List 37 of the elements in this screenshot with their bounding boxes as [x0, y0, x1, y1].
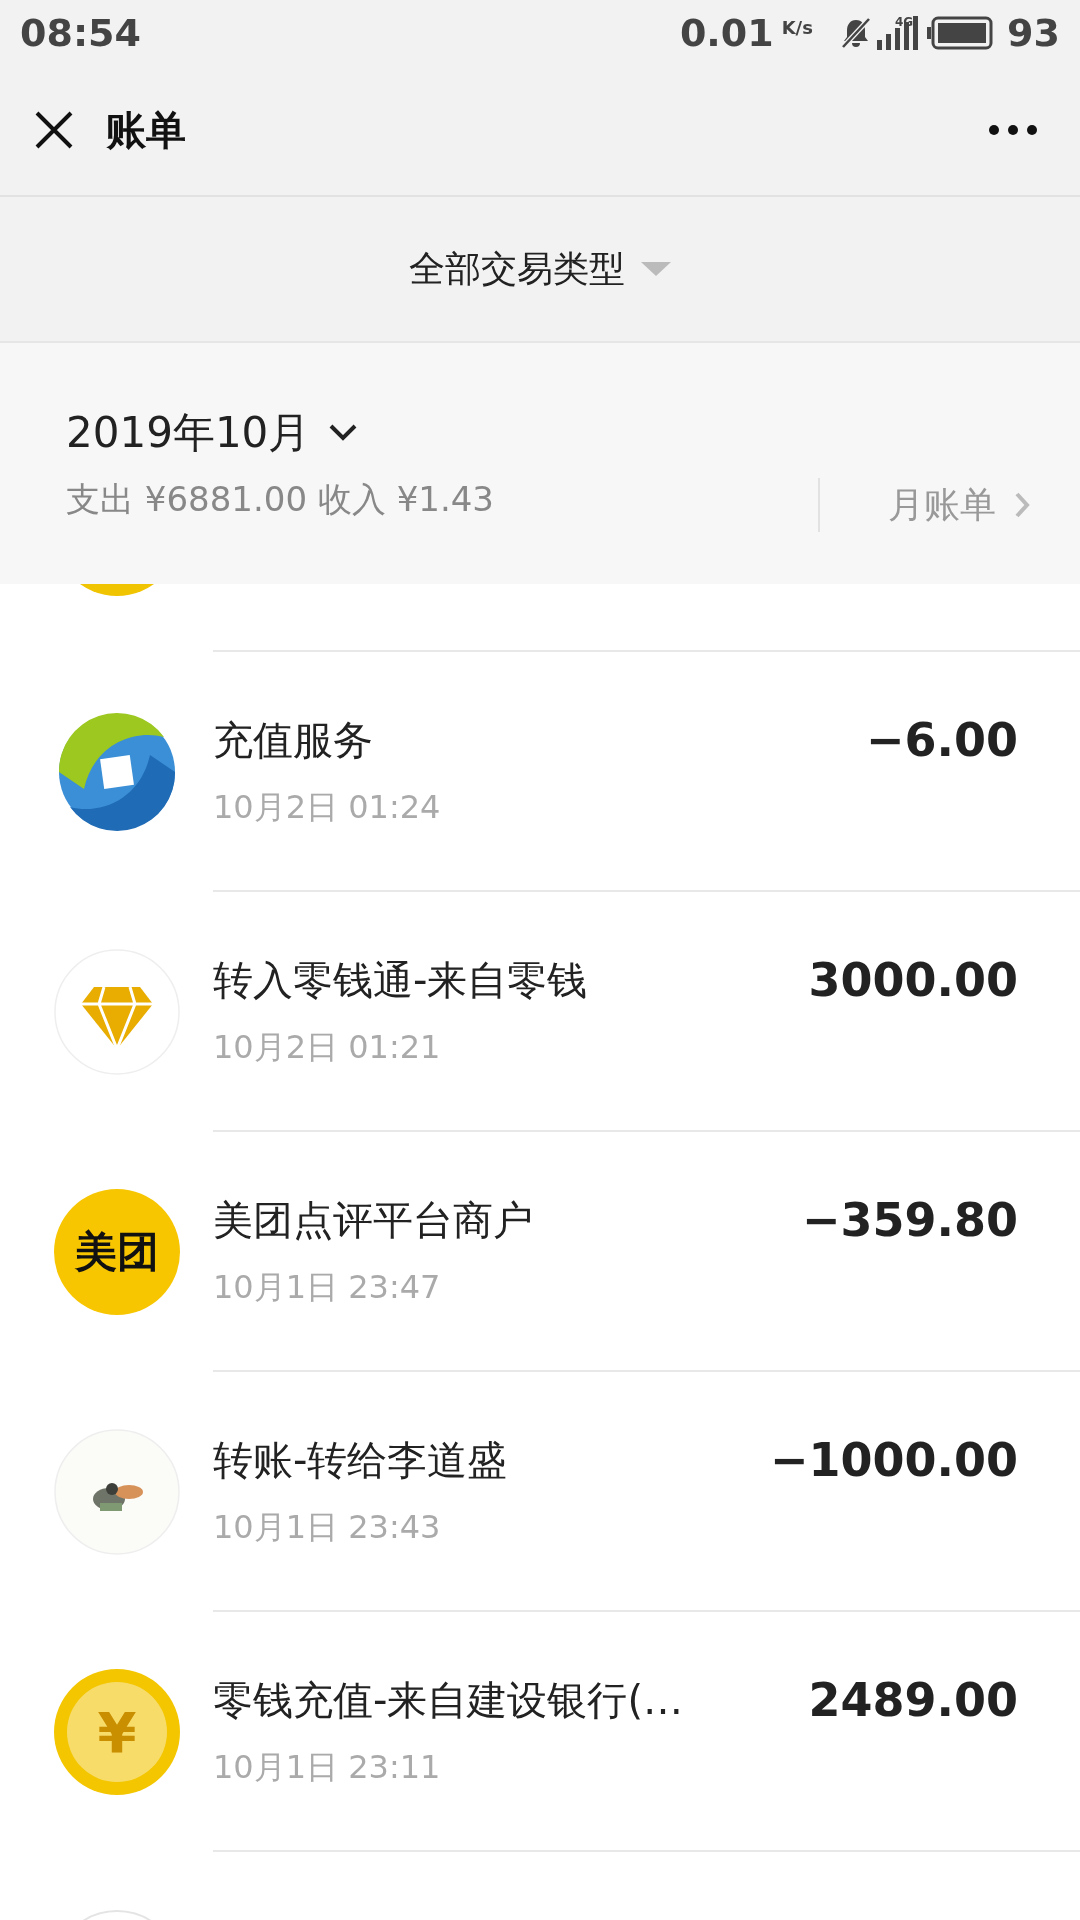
month-selector[interactable]: 2019年10月 — [66, 404, 818, 461]
transaction-title: 零钱充值-来自建设银行(… — [213, 1675, 684, 1725]
transaction-title: 充值服务 — [213, 715, 373, 765]
transaction-row[interactable]: 美团 美团点评平台商户 −359.80 10月1日 23:47 — [0, 1132, 1080, 1372]
battery-icon — [927, 15, 994, 50]
month-summary: 支出 ¥6881.00 收入 ¥1.43 — [66, 477, 495, 521]
transaction-amount: −6.00 — [865, 713, 1018, 767]
chevron-right-icon — [1014, 491, 1030, 519]
close-icon[interactable] — [34, 110, 74, 150]
chevron-down-icon — [328, 422, 359, 443]
transaction-title: 转账-转给李道盛 — [213, 1435, 508, 1485]
more-icon[interactable] — [988, 124, 1038, 136]
coin-icon: ¥ — [54, 1669, 180, 1795]
transaction-row[interactable]: 充值服务 −6.00 10月2日 01:24 — [0, 652, 1080, 892]
transaction-amount: −359.80 — [801, 1193, 1018, 1247]
network-speed: 0.01 — [679, 10, 774, 55]
transaction-row[interactable]: 转账-转给李道盛 −1000.00 10月1日 23:43 — [0, 1372, 1080, 1612]
transaction-type-dropdown[interactable]: 全部交易类型 — [409, 244, 671, 294]
transaction-amount: −1000.00 — [769, 1433, 1018, 1487]
caret-icon — [641, 262, 671, 276]
transaction-time: 10月2日 01:21 — [213, 1026, 442, 1068]
meituan-logo: 美团 — [54, 1189, 180, 1315]
speed-unit: K/s — [781, 16, 813, 38]
transaction-title: 美团点评平台商户 — [213, 1195, 533, 1245]
transaction-title: 转入零钱通-来自零钱 — [213, 955, 588, 1005]
transaction-time: 10月2日 01:24 — [213, 786, 442, 828]
transaction-row[interactable]: ¥ 零钱充值-来自建设银行(… 2489.00 10月1日 23:11 — [0, 1612, 1080, 1852]
transaction-time: 10月1日 23:11 — [213, 1746, 442, 1788]
transaction-row[interactable]: 转入零钱通-来自零钱 3000.00 10月2日 01:21 — [0, 892, 1080, 1132]
status-time: 08:54 — [20, 10, 141, 55]
transaction-amount: 3000.00 — [808, 953, 1018, 1007]
transaction-time: 10月1日 23:43 — [213, 1506, 442, 1548]
page-title: 账单 — [106, 105, 187, 155]
signal-icon — [877, 15, 920, 50]
battery-level: 93 — [1007, 10, 1060, 55]
transaction-amount: 2489.00 — [808, 1673, 1018, 1727]
transaction-time: 10月1日 23:47 — [213, 1266, 442, 1308]
